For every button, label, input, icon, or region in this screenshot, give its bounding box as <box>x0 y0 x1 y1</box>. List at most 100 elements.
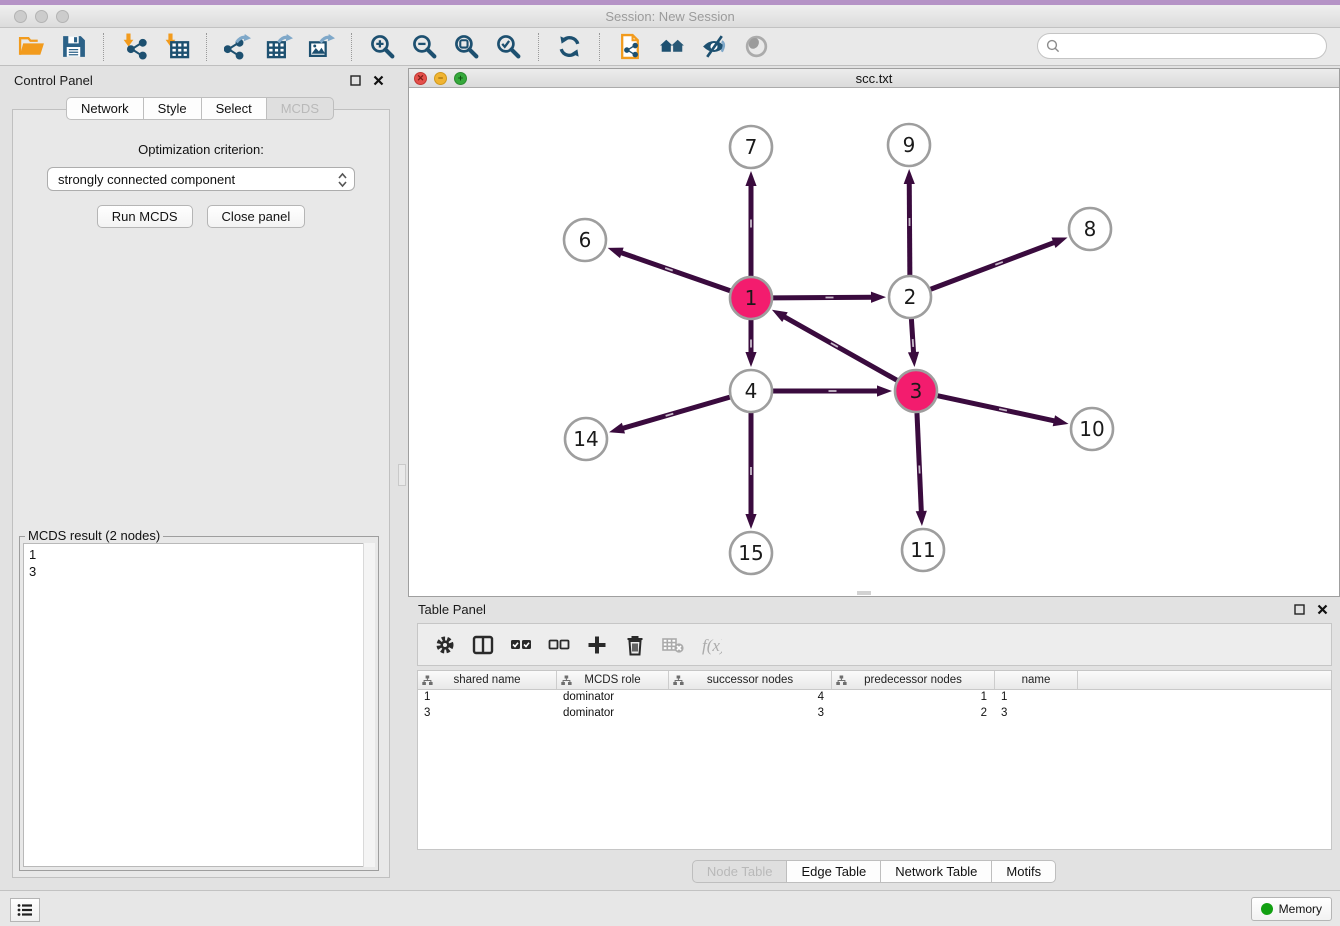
graph-node-14[interactable]: 14 <box>565 418 607 460</box>
table-settings-icon[interactable] <box>426 627 464 663</box>
graph-node-3[interactable]: 3 <box>895 370 937 412</box>
optimization-criterion-select[interactable]: strongly connected component <box>47 167 355 191</box>
cell-shared-name[interactable]: 3 <box>418 706 557 722</box>
tab-select[interactable]: Select <box>202 97 267 120</box>
tab-motifs[interactable]: Motifs <box>992 860 1056 883</box>
toggle-visibility-disabled-icon[interactable] <box>739 31 773 63</box>
graph-node-15[interactable]: 15 <box>730 532 772 574</box>
memory-button[interactable]: Memory <box>1251 897 1332 921</box>
edge-label <box>750 220 752 228</box>
zoom-in-icon[interactable] <box>365 31 399 63</box>
graph-edge-2-9[interactable] <box>904 169 915 275</box>
graph-edge-1-6[interactable] <box>608 248 731 291</box>
svg-text:14: 14 <box>573 427 598 451</box>
tab-edge-table[interactable]: Edge Table <box>787 860 881 883</box>
svg-text:6: 6 <box>579 228 592 252</box>
export-network-icon[interactable] <box>220 31 254 63</box>
tab-network-table[interactable]: Network Table <box>881 860 992 883</box>
os-titlebar: Session: New Session <box>0 5 1340 28</box>
apply-layout-icon[interactable] <box>552 31 586 63</box>
graph-node-2[interactable]: 2 <box>889 276 931 318</box>
unselect-all-icon[interactable] <box>540 627 578 663</box>
graph-edge-1-4[interactable] <box>745 320 756 367</box>
table-row-1[interactable]: 1dominator411 <box>418 690 1331 706</box>
mcds-result-list[interactable]: 1 3 <box>23 543 375 867</box>
vertical-splitter[interactable] <box>396 68 408 890</box>
graph-node-6[interactable]: 6 <box>564 219 606 261</box>
tab-node-table[interactable]: Node Table <box>692 860 788 883</box>
close-panel-button[interactable]: Close panel <box>207 205 306 228</box>
tab-mcds[interactable]: MCDS <box>267 97 334 120</box>
zoom-fit-icon[interactable] <box>449 31 483 63</box>
cell-MCDS-role[interactable]: dominator <box>557 690 669 706</box>
graph-node-10[interactable]: 10 <box>1071 408 1113 450</box>
task-history-button[interactable] <box>10 898 40 922</box>
graph-edge-3-1[interactable] <box>772 310 897 380</box>
open-session-icon[interactable] <box>14 31 48 63</box>
export-table-icon[interactable] <box>262 31 296 63</box>
search-input[interactable] <box>1065 38 1318 55</box>
cell-MCDS-role[interactable]: dominator <box>557 706 669 722</box>
network-frame-titlebar[interactable]: ✕ − + scc.txt <box>409 69 1339 88</box>
import-table-icon[interactable] <box>159 31 193 63</box>
table-tabs: Node TableEdge TableNetwork TableMotifs <box>408 860 1340 883</box>
network-title: scc.txt <box>409 71 1339 86</box>
column-header-name[interactable]: name <box>995 671 1078 689</box>
split-view-icon[interactable] <box>464 627 502 663</box>
export-image-icon[interactable] <box>304 31 338 63</box>
edge-label <box>829 390 837 392</box>
graph-edge-4-14[interactable] <box>609 397 730 433</box>
zoom-out-icon[interactable] <box>407 31 441 63</box>
horizontal-splitter-handle[interactable] <box>857 591 871 595</box>
graph-edge-1-7[interactable] <box>745 171 756 276</box>
import-network-icon[interactable] <box>117 31 151 63</box>
result-scrollbar[interactable] <box>363 543 375 867</box>
table-row-2[interactable]: 3dominator323 <box>418 706 1331 722</box>
add-row-icon[interactable] <box>578 627 616 663</box>
column-header-successor-nodes[interactable]: successor nodes <box>669 671 832 689</box>
first-neighbors-icon[interactable] <box>655 31 689 63</box>
cell-name[interactable]: 3 <box>995 706 1078 722</box>
graph-node-1[interactable]: 1 <box>730 277 772 319</box>
cell-shared-name[interactable]: 1 <box>418 690 557 706</box>
graph-node-9[interactable]: 9 <box>888 124 930 166</box>
graph-node-11[interactable]: 11 <box>902 529 944 571</box>
zoom-selected-icon[interactable] <box>491 31 525 63</box>
graph-node-8[interactable]: 8 <box>1069 208 1111 250</box>
delete-row-icon[interactable] <box>616 627 654 663</box>
select-all-icon[interactable] <box>502 627 540 663</box>
cell-name[interactable]: 1 <box>995 690 1078 706</box>
float-table-panel-icon[interactable] <box>1291 601 1307 617</box>
graph-node-4[interactable]: 4 <box>730 370 772 412</box>
tab-style[interactable]: Style <box>144 97 202 120</box>
splitter-handle[interactable] <box>398 464 406 486</box>
graph-node-7[interactable]: 7 <box>730 126 772 168</box>
run-mcds-button[interactable]: Run MCDS <box>97 205 193 228</box>
main-toolbar <box>0 28 1340 66</box>
network-canvas[interactable]: 7 9 6 8 1 2 4 3 14 10 15 11 <box>409 88 1339 596</box>
cell-predecessor-nodes[interactable]: 1 <box>832 690 995 706</box>
graph-edge-4-15[interactable] <box>745 413 756 529</box>
graph-edge-4-3[interactable] <box>773 385 892 396</box>
show-style-icon[interactable] <box>697 31 731 63</box>
float-panel-icon[interactable] <box>347 72 363 88</box>
column-header-shared-name[interactable]: shared name <box>418 671 557 689</box>
cell-predecessor-nodes[interactable]: 2 <box>832 706 995 722</box>
graph-edge-1-2[interactable] <box>773 292 886 303</box>
graph-edge-3-10[interactable] <box>938 396 1069 427</box>
graph-edge-2-8[interactable] <box>931 237 1068 289</box>
graph-edge-2-3[interactable] <box>908 319 919 367</box>
edge-label <box>750 340 752 348</box>
column-type-icon <box>836 675 847 686</box>
graph-edge-3-11[interactable] <box>916 413 927 526</box>
save-session-icon[interactable] <box>56 31 90 63</box>
duplicate-network-icon[interactable] <box>613 31 647 63</box>
close-table-panel-icon[interactable] <box>1314 601 1330 617</box>
column-header-MCDS-role[interactable]: MCDS role <box>557 671 669 689</box>
tab-network[interactable]: Network <box>66 97 144 120</box>
cell-successor-nodes[interactable]: 3 <box>669 706 832 722</box>
close-panel-icon[interactable] <box>370 72 386 88</box>
column-header-predecessor-nodes[interactable]: predecessor nodes <box>832 671 995 689</box>
application-window: Session: New Session Control Panel <box>0 0 1340 926</box>
cell-successor-nodes[interactable]: 4 <box>669 690 832 706</box>
